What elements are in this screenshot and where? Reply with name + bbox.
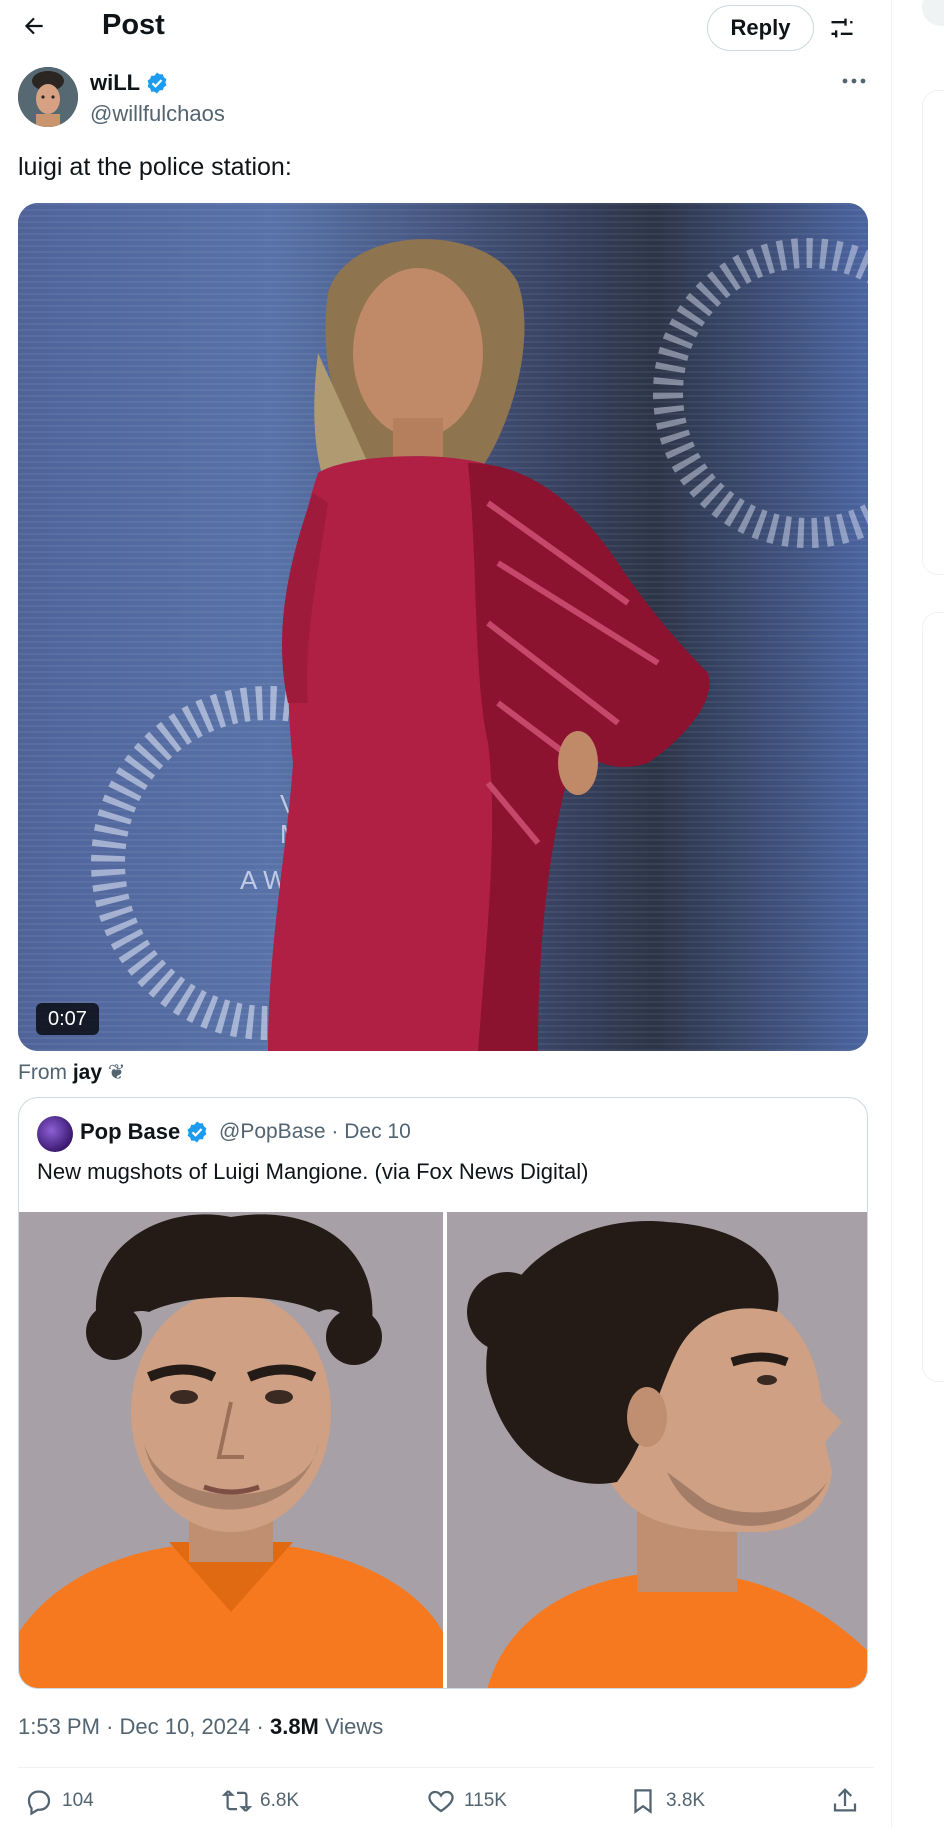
tweet-text: luigi at the police station: [18,153,292,181]
sliders-icon [831,18,853,38]
mugshot-front [19,1212,443,1688]
reply-count: 104 [62,1790,94,1811]
video-frame: V M A W [91,238,868,1051]
repost-icon [222,1790,252,1812]
meta-separator: · [106,1714,114,1739]
reply-button[interactable]: Reply [707,5,814,51]
meta-separator: · [256,1714,264,1739]
author-name[interactable]: wiLL [90,70,140,96]
ellipsis-icon [842,78,866,84]
quoted-meta: @PopBase · Dec 10 [219,1120,411,1144]
mugshot-profile [447,1212,867,1688]
divider [18,1767,874,1768]
video-duration: 0:07 [36,1003,99,1035]
quoted-text: New mugshots of Luigi Mangione. (via Fox… [37,1159,589,1184]
mugshot-front-image[interactable] [19,1212,443,1688]
avatar-portrait [18,67,78,127]
heart-icon [428,1790,454,1813]
views-count[interactable]: 3.8M [270,1714,319,1739]
verified-badge-icon [147,72,167,94]
reply-action[interactable]: 104 [24,1786,94,1816]
page-title: Post [102,9,165,41]
search-field-edge[interactable] [922,0,944,26]
post-metadata: 1:53 PM · Dec 10, 2024 · 3.8M Views [18,1714,383,1740]
quoted-author-name-row[interactable]: Pop Base [80,1119,209,1145]
quoted-author-avatar[interactable] [37,1116,73,1152]
quoted-author-name[interactable]: Pop Base [80,1119,180,1145]
more-options-button[interactable] [836,66,872,96]
from-source-name[interactable]: jay [73,1061,102,1084]
quoted-date[interactable]: Dec 10 [344,1120,411,1143]
sidebar-card-edge [922,90,944,575]
from-prefix: From [18,1061,67,1084]
views-label: Views [325,1714,384,1739]
back-button[interactable] [14,6,54,46]
author-name-row[interactable]: wiLL [90,70,169,96]
from-source-emoji: ❦ [107,1061,126,1084]
sidebar-card-edge [922,612,944,1382]
post-header: Post Reply [0,0,892,54]
arrow-left-icon [24,17,43,35]
like-action[interactable]: 115K [426,1786,507,1816]
post-column: Post Reply wiLL @willfulchaos luigi at t… [0,0,892,1828]
video-source[interactable]: From jay ❦ [18,1060,126,1085]
tune-button[interactable] [822,8,862,48]
post-date[interactable]: Dec 10, 2024 [120,1714,251,1739]
reply-icon [27,1790,51,1816]
bookmark-count: 3.8K [666,1790,706,1811]
bookmark-action[interactable]: 3.8K [628,1786,705,1816]
verified-badge-icon [187,1121,207,1143]
post-time[interactable]: 1:53 PM [18,1714,100,1739]
author-avatar[interactable] [18,67,78,127]
right-sidebar [892,0,944,1828]
quoted-separator: · [331,1120,339,1143]
like-count: 115K [464,1790,507,1811]
repost-action[interactable]: 6.8K [222,1786,299,1816]
share-icon [833,1788,857,1812]
video-player[interactable]: V M A W 0:07 [18,203,868,1051]
author-handle[interactable]: @willfulchaos [90,101,225,127]
repost-count: 6.8K [260,1790,300,1811]
quoted-handle[interactable]: @PopBase [219,1120,326,1143]
bookmark-icon [634,1789,652,1814]
action-bar: 104 6.8K 115K 3.8K [0,1780,892,1828]
mugshot-profile-image[interactable] [447,1212,867,1688]
share-action[interactable] [830,1786,860,1816]
quoted-post[interactable]: Pop Base @PopBase · Dec 10 New mugshots … [18,1097,868,1689]
